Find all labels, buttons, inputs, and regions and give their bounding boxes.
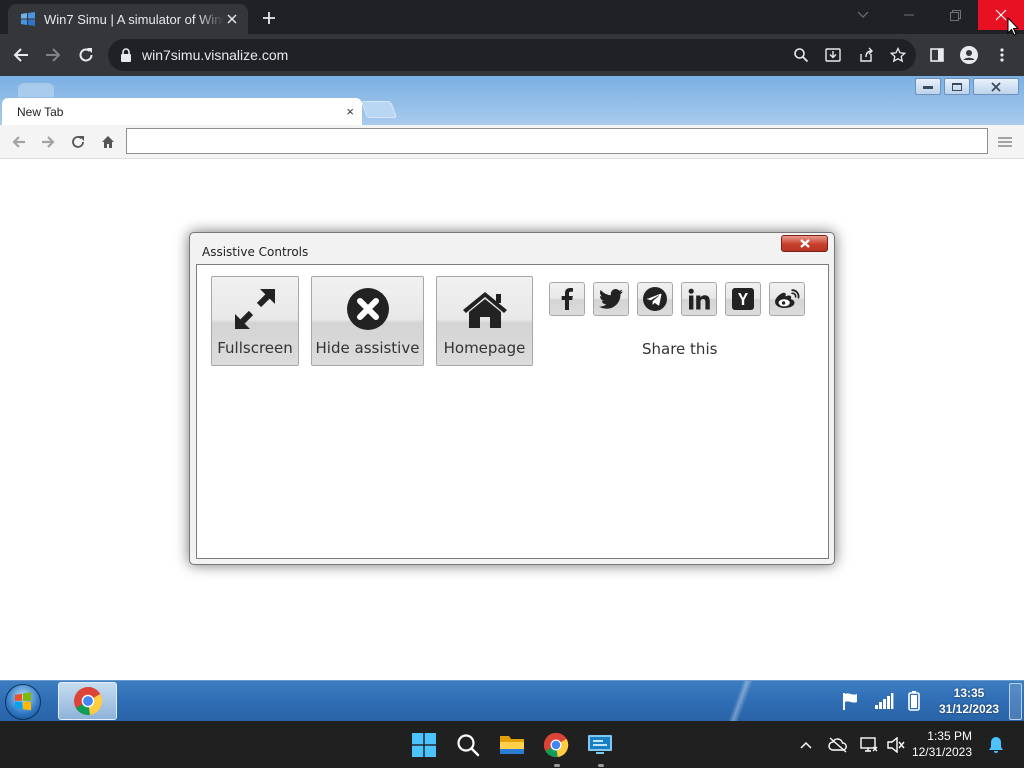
star-icon[interactable] (883, 40, 913, 70)
side-panel-icon[interactable] (922, 40, 952, 70)
host-tab-strip: Win7 Simu | A simulator of Windows 7 (0, 0, 1024, 34)
plus-icon[interactable] (258, 7, 280, 29)
profile-icon[interactable] (954, 40, 984, 70)
remote-desktop-running-indicator (598, 764, 604, 767)
win11-taskbar: 1:35 PM 12/31/2023 (0, 721, 1024, 768)
win11-date: 12/31/2023 (911, 745, 972, 759)
host-tab-title: Win7 Simu | A simulator of Windows 7 (44, 11, 224, 27)
facebook-icon (560, 288, 574, 310)
back-icon[interactable] (11, 134, 27, 150)
signal-icon[interactable] (873, 689, 895, 713)
share-this-label: Share this (642, 340, 718, 358)
button-label: Fullscreen (217, 339, 293, 357)
assistive-controls-dialog: Assistive Controls Fullscreen Hide assis… (189, 232, 835, 565)
battery-icon[interactable] (904, 689, 924, 713)
telegram-icon (643, 287, 667, 311)
chrome-icon[interactable] (540, 729, 572, 761)
network-icon[interactable] (859, 735, 879, 755)
windows-orb-icon[interactable] (5, 684, 41, 720)
forward-arrow-icon[interactable] (38, 40, 68, 70)
dialog-close-button[interactable] (781, 235, 828, 252)
telegram-share-button[interactable] (637, 282, 673, 316)
menu-icon[interactable] (997, 134, 1013, 150)
x-circle-icon (346, 286, 389, 332)
sim-window-icon (18, 83, 54, 97)
hacker-news-icon (732, 288, 754, 310)
button-label: Hide assistive (315, 339, 420, 357)
sim-address-bar[interactable] (126, 128, 988, 154)
home-icon (462, 286, 508, 332)
expand-arrows-icon (233, 286, 277, 332)
install-app-icon[interactable] (818, 40, 848, 70)
twitter-share-button[interactable] (593, 282, 629, 316)
host-toolbar: win7simu.visnalize.com (0, 34, 1024, 76)
win11-time: 1:35 PM (927, 729, 972, 743)
remote-desktop-icon[interactable] (584, 729, 616, 761)
twitter-icon (599, 289, 623, 309)
home-icon[interactable] (100, 134, 116, 150)
win7-time: 13:35 (953, 686, 985, 700)
forward-icon[interactable] (40, 134, 56, 150)
weibo-share-button[interactable] (769, 282, 805, 316)
dialog-title: Assistive Controls (202, 245, 309, 259)
weibo-icon (774, 288, 800, 310)
volume-muted-icon[interactable] (886, 735, 906, 755)
lock-icon (120, 48, 132, 62)
chevron-up-icon[interactable] (796, 735, 816, 755)
sim-tab[interactable]: New Tab × (2, 98, 362, 125)
sim-close-button[interactable] (973, 78, 1019, 95)
sim-maximize-button[interactable] (944, 78, 970, 95)
close-icon[interactable] (224, 11, 240, 27)
search-icon[interactable] (786, 40, 816, 70)
reload-icon[interactable] (71, 40, 101, 70)
back-arrow-icon[interactable] (6, 40, 36, 70)
win7-taskbar: 13:35 31/12/2023 (0, 680, 1024, 722)
dialog-body: Fullscreen Hide assistive Homepage Share… (196, 264, 829, 559)
hacker-news-share-button[interactable] (725, 282, 761, 316)
win7-simu-icon (20, 11, 36, 27)
taskbar-sheen (700, 681, 780, 722)
homepage-button[interactable]: Homepage (436, 276, 533, 366)
share-icon[interactable] (851, 40, 881, 70)
action-center-flag-icon[interactable] (840, 689, 862, 713)
search-icon[interactable] (452, 729, 484, 761)
bell-icon[interactable] (986, 735, 1006, 755)
button-label: Homepage (443, 339, 526, 357)
win11-clock[interactable]: 1:35 PM 12/31/2023 (910, 728, 972, 760)
facebook-share-button[interactable] (549, 282, 585, 316)
close-icon (799, 239, 810, 248)
host-tab[interactable]: Win7 Simu | A simulator of Windows 7 (8, 4, 248, 34)
chrome-icon[interactable] (58, 682, 117, 720)
windows-start-icon[interactable] (408, 729, 440, 761)
sim-toolbar (0, 125, 1024, 159)
hide-assistive-button[interactable]: Hide assistive (311, 276, 424, 366)
chrome-running-indicator (554, 764, 560, 767)
close-icon[interactable]: × (346, 104, 354, 119)
url-text: win7simu.visnalize.com (142, 47, 289, 63)
show-desktop-button[interactable] (1009, 683, 1022, 720)
minimize-icon[interactable] (886, 0, 932, 30)
sim-minimize-button[interactable] (915, 78, 941, 95)
sim-tab-title: New Tab (17, 104, 64, 119)
cloud-offline-icon[interactable] (828, 735, 848, 755)
win7-date: 31/12/2023 (938, 702, 1000, 716)
sim-new-tab-button[interactable] (360, 101, 398, 118)
reload-icon[interactable] (70, 134, 86, 150)
fullscreen-button[interactable]: Fullscreen (211, 276, 299, 366)
file-explorer-icon[interactable] (496, 729, 528, 761)
chevron-down-icon[interactable] (840, 0, 886, 30)
linkedin-share-button[interactable] (681, 282, 717, 316)
mouse-cursor-icon (1007, 17, 1019, 36)
linkedin-icon (688, 288, 710, 310)
win7-clock[interactable]: 13:35 31/12/2023 (930, 685, 1008, 717)
menu-icon[interactable] (987, 40, 1017, 70)
restore-icon[interactable] (932, 0, 978, 30)
